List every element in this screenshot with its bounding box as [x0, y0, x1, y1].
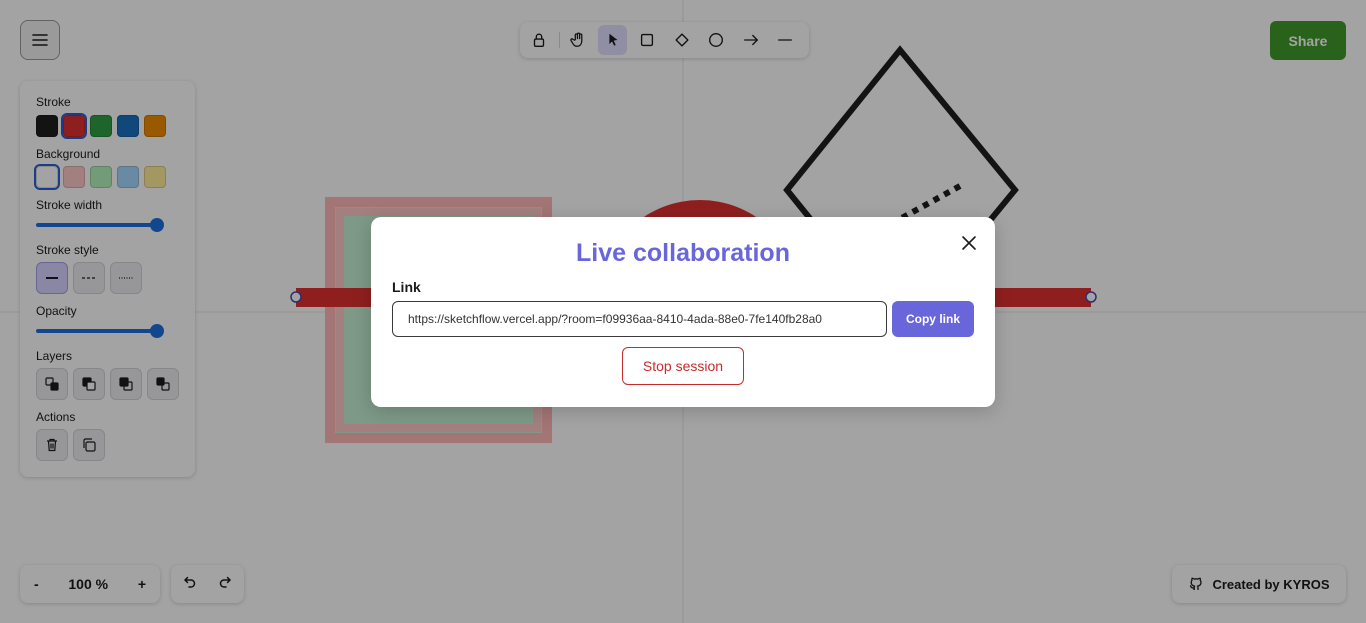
close-icon	[962, 236, 976, 250]
close-dialog-button[interactable]	[959, 233, 979, 253]
dialog-title: Live collaboration	[576, 239, 790, 267]
room-link-input[interactable]	[392, 301, 887, 337]
live-collaboration-dialog: Live collaboration Link Copy link Stop s…	[371, 217, 995, 407]
copy-link-button[interactable]: Copy link	[892, 301, 974, 337]
link-label: Link	[392, 279, 421, 295]
stop-session-button[interactable]: Stop session	[622, 347, 744, 385]
